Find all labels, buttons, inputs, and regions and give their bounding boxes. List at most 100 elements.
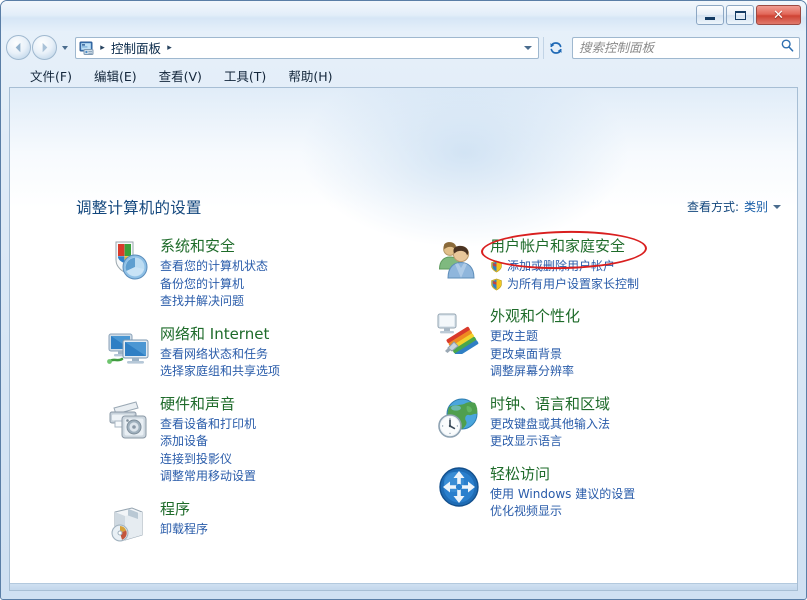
category-title[interactable]: 外观和个性化 bbox=[490, 306, 580, 326]
shield-icon bbox=[490, 260, 503, 273]
menu-tools[interactable]: 工具(T) bbox=[213, 64, 277, 87]
list-item[interactable]: 调整常用移动设置 bbox=[160, 468, 436, 486]
link-text[interactable]: 查看设备和打印机 bbox=[160, 416, 256, 434]
content-scroll-area: 调整计算机的设置 查看方式: 类别 bbox=[10, 88, 797, 590]
chevron-down-icon bbox=[62, 46, 68, 50]
ease-of-access-icon bbox=[436, 464, 484, 512]
link-text[interactable]: 卸载程序 bbox=[160, 521, 208, 539]
list-item[interactable]: 备份您的计算机 bbox=[160, 276, 436, 294]
category-title[interactable]: 时钟、语言和区域 bbox=[490, 394, 610, 414]
link-text[interactable]: 查找并解决问题 bbox=[160, 293, 244, 311]
link-text[interactable]: 添加或删除用户帐户 bbox=[507, 258, 615, 276]
category-links: 更改键盘或其他输入法 更改显示语言 bbox=[490, 416, 736, 451]
category-links: 查看设备和打印机 添加设备 连接到投影仪 调整常用移动设置 bbox=[160, 416, 436, 486]
breadcrumb-separator-2[interactable]: ▸ bbox=[164, 43, 175, 53]
navigation-buttons bbox=[6, 35, 71, 60]
link-text[interactable]: 添加设备 bbox=[160, 433, 208, 451]
forward-button[interactable] bbox=[32, 35, 57, 60]
list-item[interactable]: 更改桌面背景 bbox=[490, 346, 736, 364]
content-panel: 调整计算机的设置 查看方式: 类别 bbox=[9, 87, 798, 591]
shield-icon bbox=[490, 278, 503, 291]
link-text[interactable]: 使用 Windows 建议的设置 bbox=[490, 486, 635, 504]
list-item[interactable]: 查看设备和打印机 bbox=[160, 416, 436, 434]
chevron-down-icon[interactable] bbox=[773, 205, 781, 209]
programs-box-icon bbox=[106, 499, 154, 547]
link-text[interactable]: 查看网络状态和任务 bbox=[160, 346, 268, 364]
search-box[interactable] bbox=[572, 37, 800, 59]
category-ease-of-access: 轻松访问 使用 Windows 建议的设置 优化视频显示 bbox=[436, 464, 736, 521]
category-title[interactable]: 用户帐户和家庭安全 bbox=[490, 236, 625, 256]
list-item[interactable]: 调整屏幕分辨率 bbox=[490, 363, 736, 381]
maximize-icon bbox=[735, 11, 746, 20]
address-bar-row: ▸ 控制面板 ▸ bbox=[1, 32, 806, 63]
link-text[interactable]: 为所有用户设置家长控制 bbox=[507, 276, 639, 294]
search-input[interactable] bbox=[577, 39, 780, 56]
link-text[interactable]: 更改主题 bbox=[490, 328, 538, 346]
chevron-down-icon bbox=[524, 46, 532, 50]
link-text[interactable]: 备份您的计算机 bbox=[160, 276, 244, 294]
background-glow-accent bbox=[300, 88, 630, 248]
view-by-label: 查看方式: bbox=[687, 198, 739, 215]
network-internet-icon bbox=[106, 324, 154, 372]
list-item[interactable]: 查看您的计算机状态 bbox=[160, 258, 436, 276]
list-item[interactable]: 更改显示语言 bbox=[490, 433, 736, 451]
list-item[interactable]: 查看网络状态和任务 bbox=[160, 346, 436, 364]
address-bar[interactable]: ▸ 控制面板 ▸ bbox=[75, 37, 539, 59]
category-columns: 系统和安全 查看您的计算机状态 备份您的计算机 查找并解决问题 bbox=[10, 236, 797, 564]
link-text[interactable]: 调整常用移动设置 bbox=[160, 468, 256, 486]
link-text[interactable]: 查看您的计算机状态 bbox=[160, 258, 268, 276]
list-item[interactable]: 为所有用户设置家长控制 bbox=[490, 276, 736, 294]
user-accounts-family-icon bbox=[436, 236, 484, 284]
list-item[interactable]: 更改主题 bbox=[490, 328, 736, 346]
list-item[interactable]: 添加或删除用户帐户 bbox=[490, 258, 736, 276]
menu-file[interactable]: 文件(F) bbox=[19, 64, 83, 87]
category-title[interactable]: 系统和安全 bbox=[160, 236, 235, 256]
title-bar[interactable]: ✕ bbox=[1, 1, 806, 32]
list-item[interactable]: 选择家庭组和共享选项 bbox=[160, 363, 436, 381]
link-text[interactable]: 选择家庭组和共享选项 bbox=[160, 363, 280, 381]
list-item[interactable]: 优化视频显示 bbox=[490, 503, 736, 521]
category-title[interactable]: 轻松访问 bbox=[490, 464, 550, 484]
category-links: 更改主题 更改桌面背景 调整屏幕分辨率 bbox=[490, 328, 736, 381]
link-text[interactable]: 优化视频显示 bbox=[490, 503, 562, 521]
menu-view[interactable]: 查看(V) bbox=[148, 64, 213, 87]
menu-help[interactable]: 帮助(H) bbox=[277, 64, 343, 87]
link-text[interactable]: 更改显示语言 bbox=[490, 433, 562, 451]
category-user-accounts-and-family-safety: 用户帐户和家庭安全 bbox=[436, 236, 736, 293]
link-text[interactable]: 更改键盘或其他输入法 bbox=[490, 416, 610, 434]
link-text[interactable]: 连接到投影仪 bbox=[160, 451, 232, 469]
list-item[interactable]: 更改键盘或其他输入法 bbox=[490, 416, 736, 434]
breadcrumb-control-panel[interactable]: 控制面板 bbox=[108, 38, 164, 57]
back-button[interactable] bbox=[6, 35, 31, 60]
maximize-button[interactable] bbox=[726, 5, 754, 25]
search-icon[interactable] bbox=[780, 38, 795, 57]
category-title[interactable]: 网络和 Internet bbox=[160, 324, 269, 344]
minimize-icon bbox=[705, 17, 715, 20]
category-links: 使用 Windows 建议的设置 优化视频显示 bbox=[490, 486, 736, 521]
category-programs: 程序 卸载程序 bbox=[106, 499, 436, 551]
recent-pages-button[interactable] bbox=[58, 38, 71, 58]
list-item[interactable]: 使用 Windows 建议的设置 bbox=[490, 486, 736, 504]
link-text[interactable]: 更改桌面背景 bbox=[490, 346, 562, 364]
minimize-button[interactable] bbox=[696, 5, 724, 25]
close-icon: ✕ bbox=[773, 9, 784, 22]
address-dropdown-button[interactable] bbox=[519, 46, 537, 50]
control-panel-window: ✕ bbox=[0, 0, 807, 600]
category-title[interactable]: 程序 bbox=[160, 499, 190, 519]
link-text[interactable]: 调整屏幕分辨率 bbox=[490, 363, 574, 381]
close-button[interactable]: ✕ bbox=[756, 5, 801, 25]
view-by-value[interactable]: 类别 bbox=[744, 198, 768, 215]
list-item[interactable]: 卸载程序 bbox=[160, 521, 436, 539]
list-item[interactable]: 连接到投影仪 bbox=[160, 451, 436, 469]
list-item[interactable]: 添加设备 bbox=[160, 433, 436, 451]
window-controls: ✕ bbox=[696, 5, 801, 25]
status-bar bbox=[10, 583, 797, 590]
view-by-control[interactable]: 查看方式: 类别 bbox=[687, 198, 781, 215]
category-links: 查看您的计算机状态 备份您的计算机 查找并解决问题 bbox=[160, 258, 436, 311]
menu-edit[interactable]: 编辑(E) bbox=[83, 64, 148, 87]
category-title[interactable]: 硬件和声音 bbox=[160, 394, 235, 414]
category-clock-language-region: 时钟、语言和区域 更改键盘或其他输入法 更改显示语言 bbox=[436, 394, 736, 451]
refresh-button[interactable] bbox=[543, 37, 568, 59]
category-system-and-security: 系统和安全 查看您的计算机状态 备份您的计算机 查找并解决问题 bbox=[106, 236, 436, 311]
list-item[interactable]: 查找并解决问题 bbox=[160, 293, 436, 311]
